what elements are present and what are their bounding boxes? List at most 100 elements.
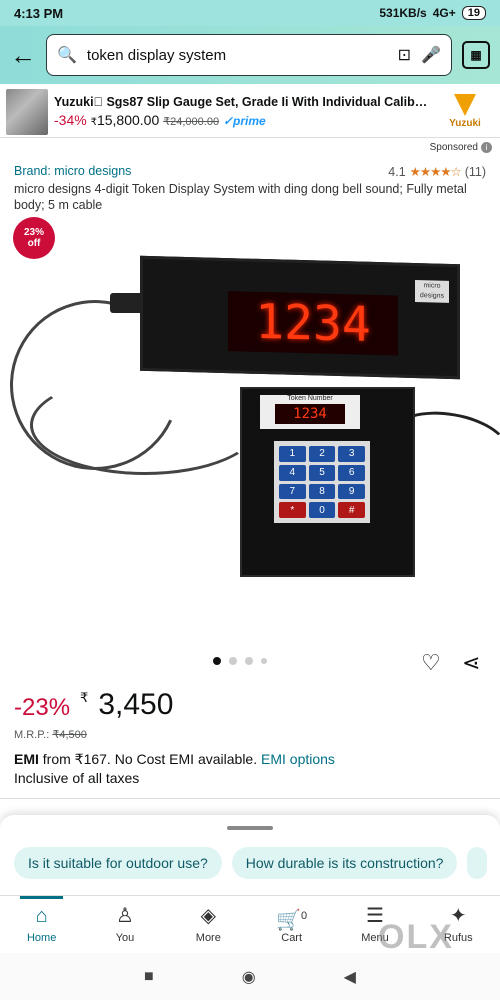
key: 8 bbox=[308, 483, 336, 500]
product-title: micro designs 4-digit Token Display Syst… bbox=[14, 182, 467, 212]
layers-icon: ◈ bbox=[200, 904, 217, 927]
mrp: M.R.P.: ₹4,500 bbox=[14, 728, 87, 741]
banner-discount: -34% bbox=[54, 112, 87, 128]
person-icon: ♙ bbox=[116, 904, 134, 927]
power-plug bbox=[110, 293, 144, 313]
suggestion-chip[interactable]: How durable is its construction? bbox=[231, 847, 458, 879]
key: * bbox=[279, 502, 306, 518]
brand-logo[interactable]: Yuzuki bbox=[436, 94, 494, 129]
key: 5 bbox=[308, 464, 336, 481]
display-digits: 1234 bbox=[228, 291, 398, 356]
nav-more[interactable]: ◈ More bbox=[167, 896, 250, 953]
back-triangle-icon[interactable]: ◀ bbox=[344, 967, 356, 987]
badge-off: off bbox=[27, 238, 41, 249]
banner-price: 15,800.00 bbox=[96, 112, 160, 128]
token-number-panel: Token Number 1234 bbox=[260, 395, 360, 429]
brand-rating-row: Brand: micro designs 4.1 ★★★★☆ (11) bbox=[14, 164, 486, 179]
cable bbox=[30, 375, 260, 475]
banner-price-row: -34% ₹15,800.00 ₹24,000.00 ✓prime bbox=[54, 112, 430, 128]
sheet-handle[interactable] bbox=[227, 826, 273, 830]
signal-icon: 4G+ bbox=[432, 6, 456, 20]
pager-dot[interactable] bbox=[261, 658, 267, 664]
banner-text: Yuzuki  Sgs87 Slip Gauge Set, Grade Ii W… bbox=[54, 95, 430, 128]
pager-dot[interactable] bbox=[213, 657, 221, 665]
rufus-suggestions-sheet[interactable]: Is it suitable for outdoor use? How dura… bbox=[0, 815, 500, 895]
keypad-keys: 1 2 3 4 5 6 7 8 9 * 0 # bbox=[274, 441, 370, 523]
prime-badge: ✓prime bbox=[222, 114, 266, 128]
divider bbox=[0, 798, 500, 799]
sponsored-label[interactable]: Sponsored i bbox=[430, 142, 492, 153]
home-button-icon[interactable]: ◉ bbox=[242, 967, 256, 987]
key: 0 bbox=[308, 502, 336, 518]
keypad-digits: 1234 bbox=[275, 404, 345, 424]
nav-home[interactable]: ⌂ Home bbox=[0, 896, 83, 953]
key: 7 bbox=[279, 483, 306, 500]
brand-link[interactable]: Brand: micro designs bbox=[14, 164, 131, 179]
nav-label: You bbox=[115, 931, 135, 944]
emi-label: EMI bbox=[14, 751, 39, 767]
pager-dot[interactable] bbox=[245, 657, 253, 665]
info-icon[interactable]: i bbox=[481, 142, 492, 153]
rating-count: (11) bbox=[464, 164, 486, 179]
suggestion-chip[interactable]: Is it suitable for outdoor use? bbox=[14, 847, 222, 879]
arrow-left-icon[interactable]: ← bbox=[10, 42, 36, 68]
mrp-value: ₹4,500 bbox=[52, 729, 87, 741]
suggestion-chips: Is it suitable for outdoor use? How dura… bbox=[14, 847, 488, 879]
status-bar: 4:13 PM 531KB/s 4G+ 19 bbox=[0, 0, 500, 26]
status-time: 4:13 PM bbox=[14, 5, 64, 21]
suggestion-chip[interactable] bbox=[467, 847, 488, 879]
product-image[interactable]: 1234 micro designs Token Number 1234 1 2… bbox=[0, 255, 500, 595]
qr-scan-icon[interactable]: ▦ bbox=[462, 41, 490, 69]
price-currency: ₹ bbox=[80, 690, 89, 705]
brand-logo-text: Yuzuki bbox=[449, 118, 481, 129]
search-input[interactable]: token display system bbox=[87, 47, 388, 64]
microphone-icon[interactable]: 🎤 bbox=[421, 45, 441, 65]
nav-label: Cart bbox=[281, 931, 303, 944]
key: # bbox=[338, 502, 365, 518]
token-number-label: Token Number bbox=[287, 395, 333, 402]
rating[interactable]: 4.1 ★★★★☆ (11) bbox=[388, 164, 486, 180]
token-display-unit: 1234 micro designs bbox=[140, 255, 460, 380]
price-amount: 3,450 bbox=[98, 688, 174, 721]
status-icons: 531KB/s 4G+ 19 bbox=[379, 6, 486, 20]
heart-icon[interactable]: ♡ bbox=[421, 650, 441, 676]
yuzuki-logo-icon bbox=[454, 94, 476, 116]
nav-label: More bbox=[195, 931, 221, 944]
key: 6 bbox=[338, 464, 365, 481]
sponsored-banner[interactable]: Yuzuki  Sgs87 Slip Gauge Set, Grade Ii W… bbox=[0, 86, 500, 138]
home-icon: ⌂ bbox=[35, 904, 48, 927]
search-header: ← 🔍 token display system ⊡ 🎤 ▦ bbox=[0, 26, 500, 84]
emi-text: from ₹167. No Cost EMI available. bbox=[42, 751, 258, 767]
taxes-note: Inclusive of all taxes bbox=[14, 770, 140, 786]
system-nav-bar: ■ ◉ ◀ bbox=[0, 953, 500, 1000]
banner-title[interactable]: Yuzuki  Sgs87 Slip Gauge Set, Grade Ii W… bbox=[54, 95, 430, 109]
nav-cart[interactable]: 🛒0 Cart bbox=[250, 896, 333, 953]
camera-icon[interactable]: ⊡ bbox=[398, 45, 411, 65]
search-icon: 🔍 bbox=[57, 47, 77, 64]
banner-mrp: ₹24,000.00 bbox=[163, 116, 220, 128]
star-rating-icon: ★★★★☆ bbox=[409, 165, 462, 179]
search-bar[interactable]: 🔍 token display system ⊡ 🎤 bbox=[46, 34, 452, 76]
nav-label: Home bbox=[26, 931, 57, 944]
recents-icon[interactable]: ■ bbox=[144, 968, 154, 986]
price-discount: -23% bbox=[14, 694, 71, 721]
share-icon[interactable]: ⋖ bbox=[462, 650, 480, 676]
emi-info: EMI from ₹167. No Cost EMI available. EM… bbox=[14, 751, 335, 768]
emi-options-link[interactable]: EMI options bbox=[261, 751, 335, 767]
key: 9 bbox=[338, 483, 365, 500]
rating-value: 4.1 bbox=[388, 164, 406, 179]
key: 1 bbox=[279, 446, 306, 462]
display-label: micro designs bbox=[415, 280, 449, 303]
sponsored-text: Sponsored bbox=[429, 142, 478, 153]
cart-count: 0 bbox=[301, 909, 308, 922]
banner-product-image[interactable] bbox=[6, 88, 48, 135]
key: 4 bbox=[279, 464, 306, 481]
badge-percent: 23% bbox=[23, 227, 44, 238]
mrp-label: M.R.P.: bbox=[14, 729, 50, 741]
image-pager[interactable] bbox=[213, 657, 267, 665]
nav-you[interactable]: ♙ You bbox=[83, 896, 166, 953]
keypad-unit: Token Number 1234 1 2 3 4 5 6 7 8 9 * 0 … bbox=[240, 387, 415, 577]
pager-dot[interactable] bbox=[229, 657, 237, 665]
battery-icon: 19 bbox=[461, 6, 486, 20]
olx-watermark: OLX bbox=[378, 918, 454, 956]
